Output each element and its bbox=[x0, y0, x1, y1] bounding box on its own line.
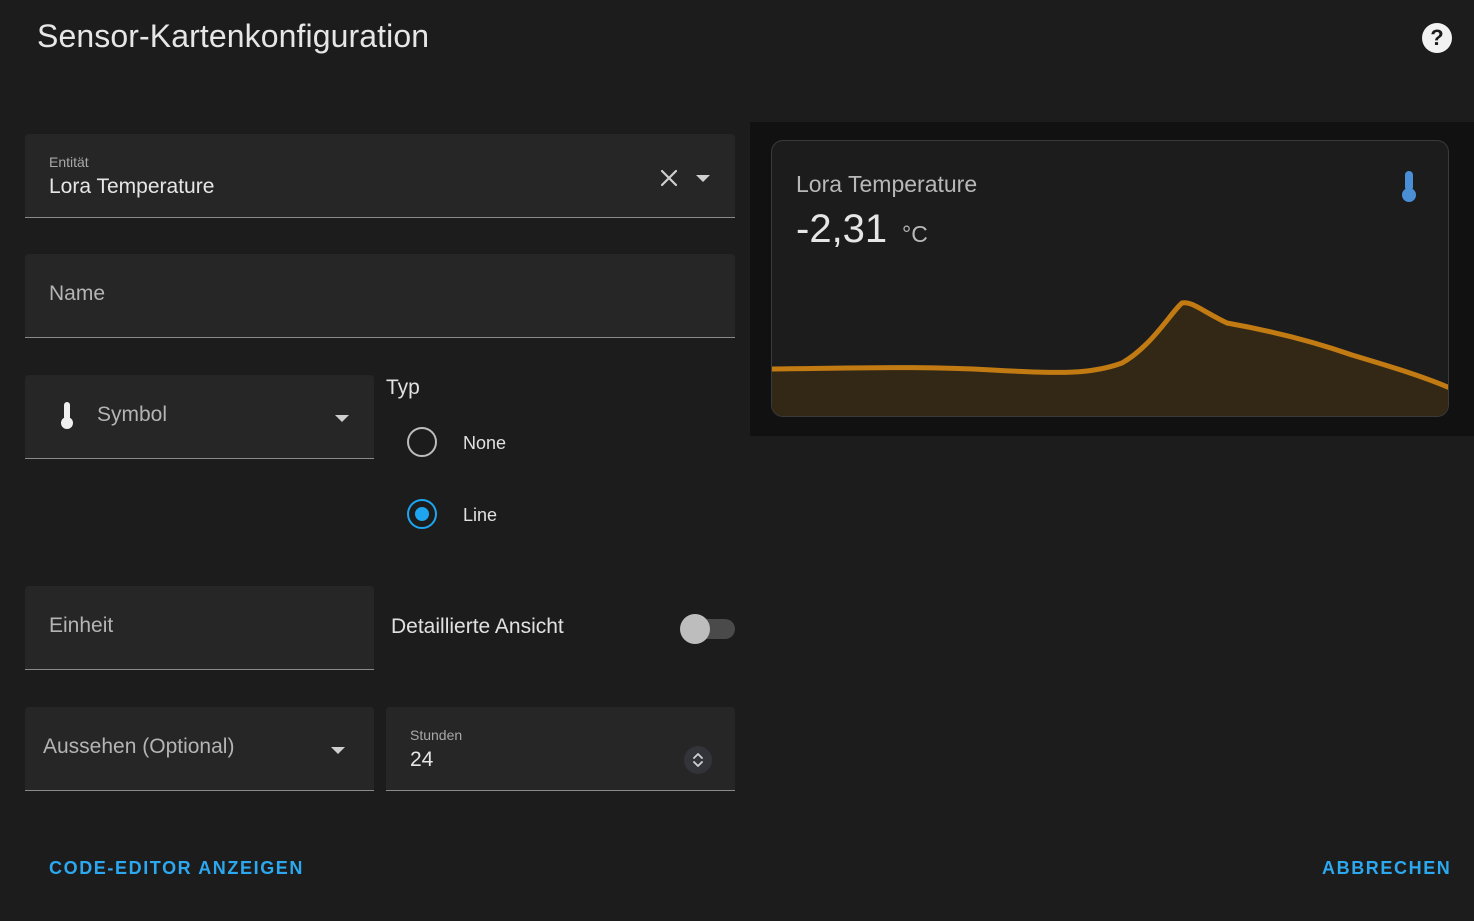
history-graph bbox=[772, 300, 1448, 416]
hours-value: 24 bbox=[410, 748, 434, 771]
radio-none-label: None bbox=[463, 433, 507, 453]
clear-icon[interactable] bbox=[659, 168, 679, 188]
dialog-title: Sensor-Kartenkonfiguration bbox=[37, 18, 430, 54]
svg-text:?: ? bbox=[1430, 25, 1443, 50]
card-unit: °C bbox=[902, 221, 928, 247]
chevron-down-icon[interactable] bbox=[331, 747, 345, 754]
unit-placeholder: Einheit bbox=[49, 614, 114, 637]
appearance-select[interactable]: Aussehen (Optional) bbox=[25, 707, 374, 791]
entity-value: Lora Temperature bbox=[49, 175, 215, 198]
hours-stepper[interactable] bbox=[684, 746, 712, 774]
name-placeholder: Name bbox=[49, 282, 106, 305]
entity-label: Entität bbox=[49, 154, 89, 170]
sensor-card[interactable]: Lora Temperature -2,31 °C bbox=[771, 140, 1449, 417]
detailed-view-switch-thumb[interactable] bbox=[680, 614, 710, 644]
unit-field[interactable]: Einheit bbox=[25, 586, 374, 670]
icon-placeholder: Symbol bbox=[97, 403, 168, 426]
code-editor-button[interactable]: CODE-EDITOR ANZEIGEN bbox=[49, 858, 304, 879]
cancel-button[interactable]: ABBRECHEN bbox=[1322, 858, 1451, 879]
appearance-placeholder: Aussehen (Optional) bbox=[43, 735, 235, 758]
hours-field[interactable]: Stunden 24 bbox=[386, 707, 735, 791]
card-entity-name: Lora Temperature bbox=[796, 171, 978, 197]
thermometer-icon bbox=[1402, 171, 1416, 202]
card-value: -2,31 bbox=[796, 207, 888, 251]
icon-picker[interactable]: Symbol bbox=[25, 375, 374, 459]
radio-line[interactable] bbox=[407, 499, 437, 529]
radio-none[interactable] bbox=[407, 427, 437, 457]
name-field[interactable]: Name bbox=[25, 254, 735, 338]
type-label: Typ bbox=[386, 376, 420, 399]
graph-area bbox=[772, 302, 1448, 416]
radio-line-label: Line bbox=[463, 505, 498, 525]
chevron-down-icon[interactable] bbox=[696, 175, 710, 182]
chevron-down-icon[interactable] bbox=[335, 415, 349, 422]
thermometer-icon bbox=[61, 402, 73, 429]
hours-label: Stunden bbox=[410, 727, 463, 743]
help-icon[interactable]: ? bbox=[1421, 22, 1453, 54]
detailed-view-label: Detaillierte Ansicht bbox=[391, 615, 564, 638]
unfold-icon bbox=[693, 753, 703, 767]
entity-picker[interactable]: Entität Lora Temperature bbox=[25, 134, 735, 218]
